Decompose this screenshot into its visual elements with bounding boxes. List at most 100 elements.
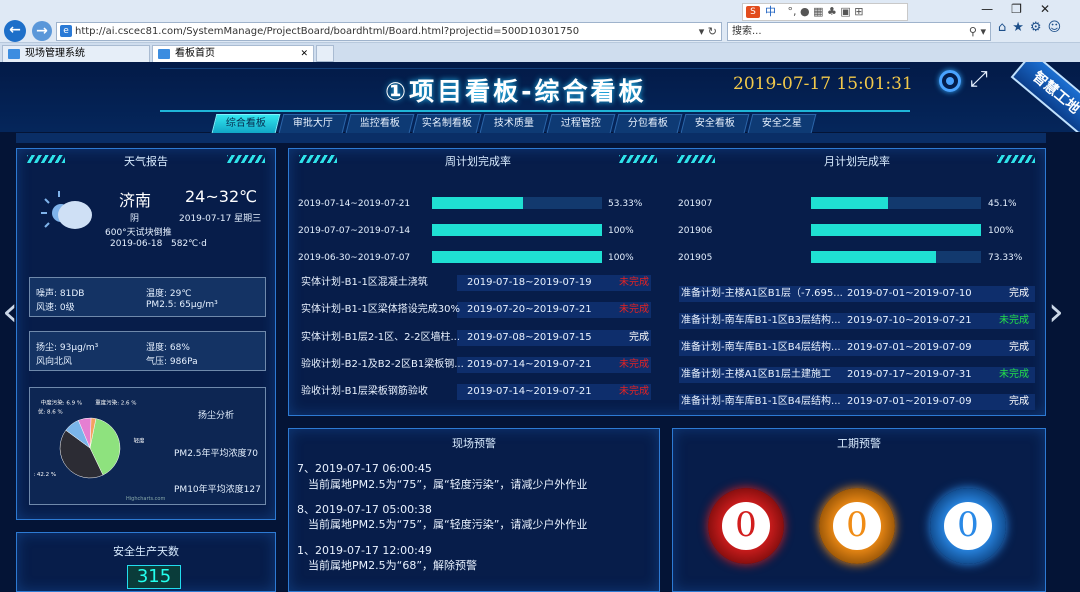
carousel-prev-arrow[interactable]: ‹ [2, 292, 18, 332]
smiley-icon[interactable]: ☺ [1048, 20, 1068, 35]
back-button[interactable]: ← [4, 20, 26, 42]
sensor-box-1: 噪声: 81DB 温度: 29℃ 风速: 0级 PM2.5: 65μg/m³ [29, 277, 266, 317]
tab-quality[interactable]: 技术质量 [479, 114, 549, 133]
plan-name: 实体计划-B1-1区混凝土浇筑 [301, 277, 428, 288]
safety-days-panel: 安全生产天数 315 [16, 532, 276, 592]
plan-status: 未完成 [619, 304, 649, 315]
tab-label: 安全看板 [694, 118, 735, 129]
window-controls: —❐✕ [968, 2, 1080, 20]
plan-status: 未完成 [999, 369, 1029, 380]
humidity-reading: 湿度: 68% [146, 343, 190, 353]
minimize-icon[interactable]: — [981, 2, 1011, 16]
noise-reading: 噪声: 81DB [36, 289, 85, 299]
tab-label: 实名制看板 [421, 118, 472, 129]
pie-label: 优: 8.6 % [38, 407, 63, 415]
pie-label: 轻度污染: 39.7 % [134, 437, 144, 445]
monthly-plan-row[interactable]: 准备计划-南车库B1-1区B4层结构... 2019-07-01~2019-07-… [679, 394, 1035, 410]
weekly-plan-row[interactable]: 验收计划-B1层梁板钢筋验收 2019-07-14~2019-07-21 未完成 [299, 384, 651, 400]
plan-name: 实体计划-B1层2-1区、2-2区墙柱... [301, 332, 461, 343]
address-bar[interactable]: e http://ai.cscec81.com/SystemManage/Pro… [56, 22, 722, 41]
ime-label: 中 [765, 5, 776, 18]
carousel-next-arrow[interactable]: › [1048, 292, 1064, 332]
search-icon[interactable]: ⚲ ▾ [969, 23, 986, 40]
ime-toolbar[interactable]: S 中 °, ● ▦ ♣ ▣ ⊞ [742, 3, 908, 21]
star-icon[interactable]: ★ [1012, 20, 1030, 35]
tab-label: 看板首页 [175, 48, 215, 59]
temperature-reading: 温度: 29℃ [146, 289, 192, 299]
search-input[interactable]: 搜索... ⚲ ▾ [727, 22, 991, 41]
weather-panel: 天气报告 济南 24~32℃ 阴 2019-07-17 星期三 600°天试块倒… [16, 148, 276, 520]
tab-safety-star[interactable]: 安全之星 [747, 114, 817, 133]
tab-process[interactable]: 过程管控 [546, 114, 616, 133]
period-alert-title: 工期预警 [837, 437, 881, 450]
tab-label: 监控看板 [359, 118, 400, 129]
monthly-bar-label: 201907 [678, 199, 713, 209]
tab-safety[interactable]: 安全看板 [680, 114, 750, 133]
restore-icon[interactable]: ❐ [1011, 2, 1040, 16]
weekly-title: 周计划完成率 [445, 155, 511, 168]
tab-monitor[interactable]: 监控看板 [345, 114, 415, 133]
dust-analysis-box: 轻度污染: 39.7 % 良: 42.2 % 优: 8.6 %中度污染: 6.9 %… [29, 387, 266, 505]
page-icon [158, 49, 170, 59]
plan-name: 实体计划-B1-1区梁体搭设完成30% [301, 304, 461, 315]
cloudy-icon [41, 189, 92, 233]
forward-button[interactable]: → [32, 21, 52, 41]
refresh-icon[interactable]: ▾ ↻ [699, 23, 717, 40]
plan-dates: 2019-07-14~2019-07-21 [467, 386, 592, 397]
tab-label: 综合看板 [225, 118, 266, 129]
weekly-bar-fill [432, 197, 523, 209]
weekly-plan-row[interactable]: 实体计划-B1层2-1区、2-2区墙柱... 2019-07-08~2019-07… [299, 330, 651, 346]
plan-status: 未完成 [619, 277, 649, 288]
browser-tab-board[interactable]: 看板首页 ✕ [152, 45, 314, 62]
tab-subcontract[interactable]: 分包看板 [613, 114, 683, 133]
tab-approval[interactable]: 审批大厅 [278, 114, 348, 133]
browser-chrome: ← → e http://ai.cscec81.com/SystemManage… [0, 0, 1080, 62]
monthly-plan-row[interactable]: 准备计划-南车库B1-1区B4层结构... 2019-07-01~2019-07-… [679, 340, 1035, 356]
weekly-bar-value: 53.33% [608, 199, 643, 209]
settings-icon[interactable] [939, 70, 961, 92]
plan-dates: 2019-07-08~2019-07-15 [467, 332, 592, 343]
tab-overview[interactable]: 综合看板 [211, 114, 281, 133]
weekly-bar-value: 100% [608, 226, 634, 236]
weekly-plan-row[interactable]: 实体计划-B1-1区混凝土浇筑 2019-07-18~2019-07-19 未完成 [299, 275, 651, 291]
weekly-bar-value: 100% [608, 253, 634, 263]
plan-dates: 2019-07-20~2019-07-21 [467, 304, 592, 315]
plan-status: 完成 [629, 332, 649, 343]
sensor-box-2: 扬尘: 93μg/m³ 湿度: 68% 风向北风 气压: 986Pa [29, 331, 266, 371]
pm25-average: PM2.5年平均浓度70 [174, 449, 258, 459]
tab-realname[interactable]: 实名制看板 [412, 114, 482, 133]
browser-tab-row: 现场管理系统 看板首页 ✕ [0, 42, 1080, 62]
weekly-plan-row[interactable]: 验收计划-B2-1及B2-2区B1梁板钢... 2019-07-14~2019-0… [299, 357, 651, 373]
plan-name: 准备计划-南车库B1-1区B4层结构... [681, 342, 841, 353]
browser-tab-system[interactable]: 现场管理系统 [2, 45, 150, 62]
home-icon[interactable]: ⌂ [998, 20, 1012, 35]
delay-count: 0 [722, 502, 770, 550]
tab-label: 审批大厅 [292, 118, 333, 129]
weather-temp: 24~32℃ [185, 187, 258, 206]
monthly-bar-fill [811, 224, 981, 236]
monthly-plan-row[interactable]: 准备计划-主楼A1区B1层土建施工 2019-07-17~2019-07-31 未完… [679, 367, 1035, 383]
plan-status: 完成 [1009, 288, 1029, 299]
weekly-bar-label: 2019-07-07~2019-07-14 [298, 226, 411, 236]
pie-label: 重度污染: 2.6 % [95, 398, 136, 406]
plan-status: 完成 [1009, 396, 1029, 407]
delay-count: 0 [944, 502, 992, 550]
tab-label: 技术质量 [493, 118, 534, 129]
site-alert-title: 现场预警 [452, 437, 496, 450]
monthly-plan-row[interactable]: 准备计划-主楼A1区B1层（-7.695... 2019-07-01~2019-0… [679, 286, 1035, 302]
weather-title: 天气报告 [124, 155, 168, 168]
close-icon[interactable]: ✕ [1040, 2, 1068, 16]
tab-close-icon[interactable]: ✕ [300, 46, 308, 62]
fullscreen-icon[interactable]: ⤢ [970, 68, 988, 92]
monthly-plan-row[interactable]: 准备计划-南车库B1-1区B3层结构... 2019-07-10~2019-07-… [679, 313, 1035, 329]
plan-name: 准备计划-南车库B1-1区B4层结构... [681, 396, 841, 407]
new-tab-button[interactable] [316, 45, 334, 62]
tab-label: 过程管控 [560, 118, 601, 129]
weekly-plan-row[interactable]: 实体计划-B1-1区梁体搭设完成30% 2019-07-20~2019-07-21… [299, 302, 651, 318]
gear-icon[interactable]: ⚙ [1030, 20, 1048, 35]
weekly-bar-label: 2019-06-30~2019-07-07 [298, 253, 411, 263]
monthly-bar-value: 45.1% [988, 199, 1017, 209]
highcharts-credit: Highcharts.com [126, 496, 166, 502]
weather-city: 济南 [119, 191, 152, 210]
curing-note: 600°天试块倒推 [105, 228, 172, 238]
